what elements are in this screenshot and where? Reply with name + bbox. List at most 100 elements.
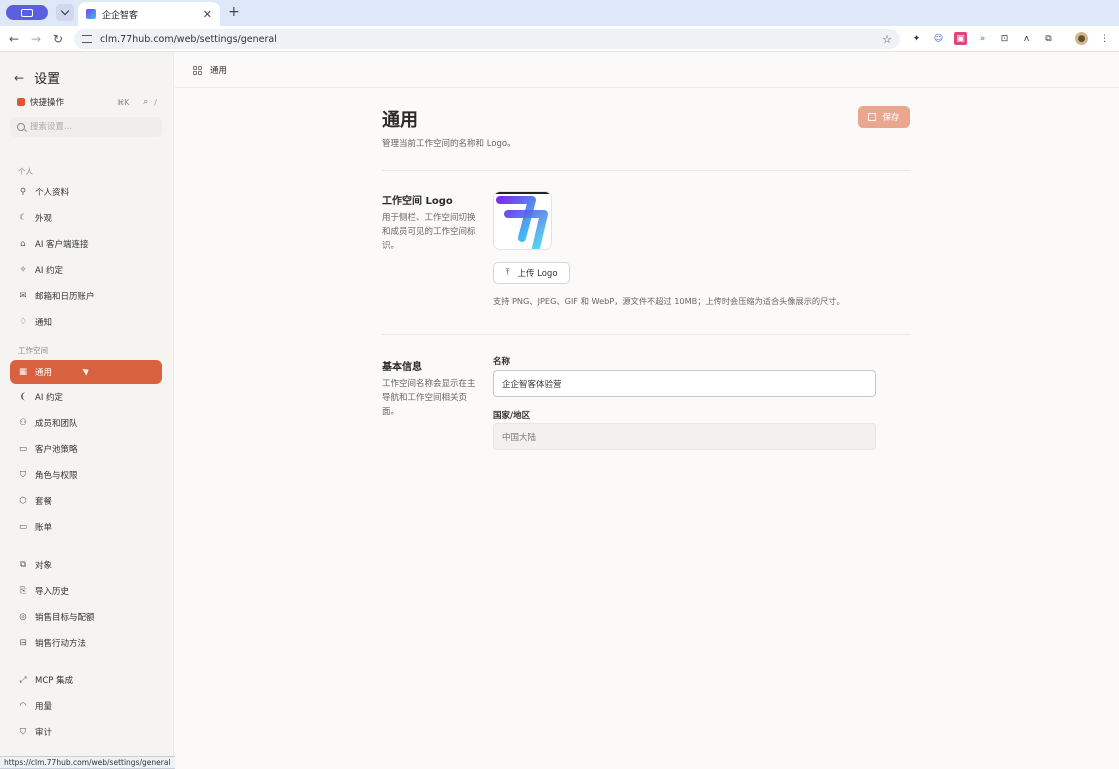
sidebar-item[interactable]: ❨ AI 约定 [10, 386, 162, 408]
ai-rules-icon: ❨ [19, 392, 27, 402]
quick-actions[interactable]: 快捷操作 ⌘K ⌕ / [17, 96, 157, 108]
breadcrumb: 通用 [193, 64, 227, 76]
sidebar-item[interactable]: ⤢ MCP 集成 [10, 669, 162, 691]
sidebar-item-label: 审计 [35, 728, 53, 738]
url-text[interactable]: clm.77hub.com/web/settings/general [100, 34, 874, 45]
upload-icon: ⤒ [505, 268, 510, 278]
sidebar-item-label: 销售行动方法 [35, 639, 87, 649]
sidebar-item-label: 外观 [35, 214, 53, 224]
logo-section-description: 用于侧栏、工作空间切换和成员可见的工作空间标识。 [382, 213, 476, 251]
sidebar-item-label: AI 客户端连接 [35, 240, 89, 250]
sidebar-item[interactable]: ◠ 用量 [10, 695, 162, 717]
shield-icon: ⛉ [19, 470, 27, 480]
settings-search[interactable] [10, 117, 162, 137]
main-content: 通用 通用 管理当前工作空间的名称和 Logo。 保存 工作空间 Logo 用于… [175, 52, 1119, 769]
workspace-name-input[interactable] [493, 370, 876, 397]
name-field-label: 名称 [493, 357, 511, 367]
url-field[interactable]: clm.77hub.com/web/settings/general ☆ [74, 29, 900, 49]
sidebar-item-label: 对象 [35, 561, 53, 571]
mcp-icon: ⤢ [19, 675, 27, 685]
workspace-logo-preview [493, 191, 552, 250]
sidebar-item-label: 销售目标与配额 [35, 613, 95, 623]
sidebar-item-label: 客户池策略 [35, 445, 78, 455]
quick-slash-shortcut: / [154, 97, 157, 107]
extension-a-icon[interactable]: ʌ [1020, 32, 1033, 45]
more-menu-icon[interactable]: ⋮ [1098, 32, 1111, 45]
gemini-icon[interactable]: ✦ [910, 32, 923, 45]
sidebar-item[interactable]: ▭ 客户池策略 [10, 438, 162, 460]
sidebar-item[interactable]: ▭ 账单 [10, 516, 162, 538]
objects-icon: ⧉ [19, 560, 27, 570]
sidebar-item[interactable]: ⛉ 审计 [10, 721, 162, 743]
breadcrumb-label: 通用 [210, 66, 228, 76]
sidebar-item[interactable]: ⛉ 角色与权限 [10, 464, 162, 486]
grid-icon [193, 65, 202, 75]
sidebar-item[interactable]: ◎ 销售目标与配额 [10, 606, 162, 628]
section-divider [382, 170, 911, 171]
team-icon: ⚇ [19, 418, 27, 428]
sidebar-item[interactable]: ⊟ 销售行动方法 [10, 632, 162, 654]
upload-logo-button[interactable]: ⤒ 上传 Logo [493, 262, 570, 284]
workspace-logo-icon [496, 196, 548, 249]
window-switcher-button[interactable] [6, 5, 48, 20]
gauge-icon: ◠ [19, 701, 27, 711]
sidebar-item[interactable]: ☾ 外观 [10, 207, 162, 229]
quick-search-icon[interactable]: ⌕ [143, 97, 148, 107]
extension-pink-icon[interactable]: ▣ [954, 32, 967, 45]
sidebar-item[interactable]: ♢ 通知 [10, 311, 162, 333]
moon-icon: ☾ [19, 213, 27, 223]
tab-search-button[interactable] [56, 4, 74, 21]
group-label-personal: 个人 [18, 167, 33, 176]
section-divider [382, 334, 911, 335]
sidebar-header: ← 设置 [14, 68, 61, 88]
import-icon: ⎘ [19, 586, 27, 596]
sidebar-item[interactable]: ⚇ 成员和团队 [10, 412, 162, 434]
chevron-down-icon [60, 6, 70, 16]
country-region-field [493, 423, 876, 450]
sidebar-item-label: 通知 [35, 318, 53, 328]
sidebar-item[interactable]: ⚲ 个人资料 [10, 181, 162, 203]
sidebar-item[interactable]: ⎘ 导入历史 [10, 580, 162, 602]
country-field-label: 国家/地区 [493, 411, 531, 421]
sidebar-item[interactable]: ⬡ 套餐 [10, 490, 162, 512]
page-title: 通用 [382, 110, 418, 131]
sidebar-item-label: 用量 [35, 702, 53, 712]
puzzle-icon[interactable]: ⧉ [1042, 32, 1055, 45]
quick-action-icon [17, 98, 25, 106]
sidebar-item-label: 邮箱和日历账户 [35, 292, 95, 302]
sparkle-icon: ✧ [19, 265, 27, 275]
site-settings-icon[interactable] [82, 35, 92, 43]
sidebar-item-label: 成员和团队 [35, 419, 78, 429]
save-button[interactable]: 保存 [858, 106, 910, 128]
sidebar-item[interactable]: ✧ AI 约定 [10, 259, 162, 281]
sidebar-item[interactable]: ⧉ 对象 [10, 554, 162, 576]
back-icon[interactable]: ← [6, 31, 22, 47]
link-status-url: https://clm.77hub.com/web/settings/gener… [0, 756, 176, 769]
logo-section-title: 工作空间 Logo [382, 196, 453, 207]
reload-icon[interactable]: ↻ [50, 31, 66, 47]
user-icon: ⚲ [19, 187, 27, 197]
sidebar-item[interactable]: ✉ 邮箱和日历账户 [10, 285, 162, 307]
back-arrow-icon[interactable]: ← [14, 71, 24, 85]
profile-avatar[interactable]: ● [1075, 32, 1088, 45]
sidebar-item-label: 个人资料 [35, 188, 70, 198]
new-tab-button[interactable]: + [228, 4, 240, 21]
sidebar-item-label: 导入历史 [35, 587, 70, 597]
settings-search-input[interactable] [30, 122, 150, 132]
browser-tab[interactable]: 企企智客 ✕ [78, 2, 220, 26]
sidebar-item[interactable]: ⌂ AI 客户端连接 [10, 233, 162, 255]
sidebar-title: 设置 [34, 72, 61, 87]
sidebar-item-label: 账单 [35, 523, 53, 533]
extension-face-icon[interactable]: ☺ [932, 32, 945, 45]
logo-top-edge [494, 192, 551, 194]
save-label: 保存 [882, 113, 900, 123]
group-label-workspace: 工作空间 [18, 346, 48, 355]
extension-green-icon[interactable]: » [976, 32, 989, 45]
sidebar-item-label: MCP 集成 [35, 676, 74, 686]
close-tab-icon[interactable]: ✕ [203, 8, 212, 21]
sidebar-item-label: 通用 [35, 368, 53, 378]
screenshot-icon[interactable]: ⊡ [998, 32, 1011, 45]
archive-icon: ▭ [18, 444, 28, 454]
bookmark-star-icon[interactable]: ☆ [882, 33, 892, 46]
forward-icon[interactable]: → [28, 31, 44, 47]
